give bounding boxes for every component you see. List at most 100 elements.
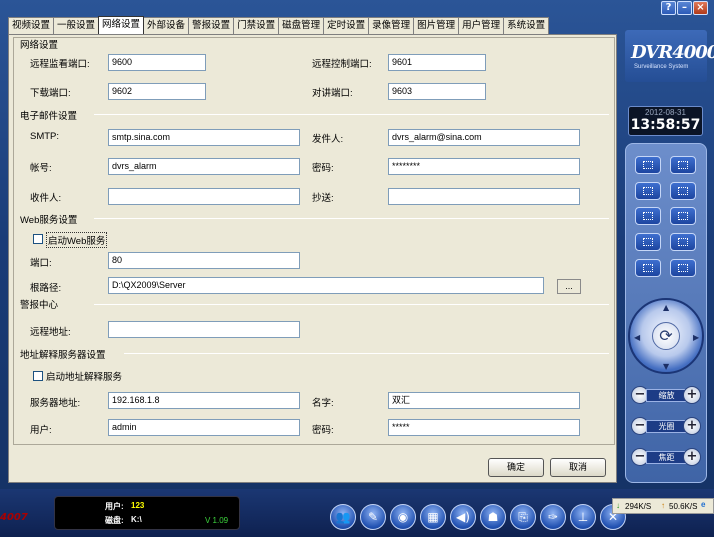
tab-users[interactable]: 用户管理: [458, 17, 505, 35]
smtp-label: SMTP:: [30, 131, 60, 142]
download-arrow-icon: ↓: [616, 501, 620, 510]
lock-screen-button[interactable]: ⊥: [570, 504, 596, 530]
enable-web-checkbox[interactable]: [33, 234, 43, 244]
cycle-button[interactable]: [635, 233, 661, 251]
users-icon: 👥: [335, 510, 351, 524]
enable-ddns-checkbox[interactable]: [33, 371, 43, 381]
sender-label: 发件人:: [312, 134, 344, 145]
upload-arrow-icon: ↑: [661, 501, 665, 510]
account-label: 帐号:: [30, 163, 52, 174]
ptz-up-icon[interactable]: ▲: [663, 303, 669, 312]
minimize-button[interactable]: –: [677, 1, 692, 15]
lock-icon: [678, 264, 688, 272]
root-path-input[interactable]: D:\QX2009\Server: [108, 277, 544, 294]
remote-monitor-port-label: 远程监看端口:: [30, 59, 90, 70]
section-divider: [124, 353, 609, 354]
web-port-input[interactable]: 80: [108, 252, 300, 269]
tab-disk[interactable]: 磁盘管理: [278, 17, 325, 35]
cycle-icon: [643, 238, 653, 246]
lock-screen-icon: ⊥: [577, 510, 589, 524]
playback-button[interactable]: ▦: [420, 504, 446, 530]
remote-monitor-port-input[interactable]: 9600: [108, 54, 206, 71]
ptz-down-icon[interactable]: ▼: [663, 362, 669, 371]
lock-button[interactable]: [670, 259, 696, 277]
fullscreen-button[interactable]: [670, 233, 696, 251]
ddns-name-input[interactable]: 双汇: [388, 392, 580, 409]
user-value: 123: [131, 501, 145, 510]
recipient-input[interactable]: [108, 188, 300, 205]
talk-port-input[interactable]: 9603: [388, 83, 486, 100]
zoom-plus-button[interactable]: +: [683, 386, 701, 404]
disk-label: 磁盘:: [105, 516, 124, 525]
edit-button[interactable]: ✎: [360, 504, 386, 530]
fullscreen-icon: [678, 238, 688, 246]
layout-8-button[interactable]: [670, 207, 696, 225]
focus-plus-button[interactable]: +: [683, 417, 701, 435]
tab-video[interactable]: 视频设置: [8, 17, 55, 35]
ddns-password-input[interactable]: *****: [388, 419, 580, 436]
clock-display: 2012-08-31 13:58:57: [628, 106, 703, 136]
close-button[interactable]: ×: [693, 1, 708, 15]
password-input[interactable]: ********: [388, 158, 580, 175]
tab-schedule[interactable]: 定时设置: [323, 17, 370, 35]
layout-4-button[interactable]: [670, 156, 696, 174]
tab-alarm[interactable]: 警报设置: [188, 17, 235, 35]
remote-address-input[interactable]: [108, 321, 300, 338]
camera-ptz-icon: ☗: [487, 510, 499, 524]
download-speed: 294K/S: [625, 502, 652, 511]
ok-button[interactable]: 确定: [488, 458, 544, 477]
cc-input[interactable]: [388, 188, 580, 205]
backup-button[interactable]: ⎘: [510, 504, 536, 530]
tab-pictures[interactable]: 图片管理: [413, 17, 460, 35]
tab-system[interactable]: 系统设置: [503, 17, 550, 35]
enable-ddns-label[interactable]: 启动地址解释服务: [46, 369, 122, 383]
settings-button[interactable]: ✑: [540, 504, 566, 530]
ptz-button[interactable]: ☗: [480, 504, 506, 530]
eight-view-icon: [678, 212, 688, 220]
remote-address-label: 远程地址:: [30, 327, 71, 338]
ie-icon: e: [701, 500, 706, 509]
browse-button[interactable]: ...: [557, 279, 581, 294]
section-divider: [94, 218, 609, 219]
tab-external-devices[interactable]: 外部设备: [143, 17, 190, 35]
server-address-input[interactable]: 192.168.1.8: [108, 392, 300, 409]
record-button[interactable]: [635, 259, 661, 277]
layout-9-button[interactable]: [635, 182, 661, 200]
status-panel: 用户: 123 磁盘: K:\ V 1.09: [54, 496, 240, 530]
iris-plus-button[interactable]: +: [683, 448, 701, 466]
ptz-control[interactable]: ▲ ▼ ◀ ▶ ⟳: [628, 298, 704, 374]
web-port-label: 端口:: [30, 258, 52, 269]
layout-1-button[interactable]: [635, 156, 661, 174]
ptz-center-button[interactable]: ⟳: [652, 322, 680, 350]
remote-control-port-input[interactable]: 9601: [388, 54, 486, 71]
download-port-input[interactable]: 9602: [108, 83, 206, 100]
ddns-name-label: 名字:: [312, 398, 334, 409]
account-input[interactable]: dvrs_alarm: [108, 158, 300, 175]
layout-16-button[interactable]: [670, 182, 696, 200]
sender-input[interactable]: dvrs_alarm@sina.com: [388, 129, 580, 146]
backup-icon: ⎘: [518, 510, 528, 524]
help-button[interactable]: ?: [661, 1, 676, 15]
audio-button[interactable]: ◀): [450, 504, 476, 530]
cancel-button[interactable]: 取消: [550, 458, 606, 477]
single-view-icon: [643, 161, 653, 169]
tab-recording[interactable]: 录像管理: [368, 17, 415, 35]
smtp-input[interactable]: smtp.sina.com: [108, 129, 300, 146]
tab-access-control[interactable]: 门禁设置: [233, 17, 280, 35]
tab-general[interactable]: 一般设置: [53, 17, 100, 35]
focus-control: − 光圈 +: [631, 417, 702, 437]
users-button[interactable]: 👥: [330, 504, 356, 530]
snapshot-button[interactable]: ◉: [390, 504, 416, 530]
ddns-password-label: 密码:: [312, 425, 334, 436]
layout-6-button[interactable]: [635, 207, 661, 225]
settings-tabs: 视频设置 一般设置 网络设置 外部设备 警报设置 门禁设置 磁盘管理 定时设置 …: [8, 16, 550, 35]
edit-icon: ✎: [367, 510, 379, 524]
ddns-user-input[interactable]: admin: [108, 419, 300, 436]
tab-network[interactable]: 网络设置: [98, 16, 145, 35]
ptz-right-icon[interactable]: ▶: [693, 333, 699, 342]
ptz-left-icon[interactable]: ◀: [634, 333, 640, 342]
section-divider: [94, 114, 609, 115]
clock-date: 2012-08-31: [645, 108, 686, 117]
six-view-icon: [643, 212, 653, 220]
enable-web-label[interactable]: 启动Web服务: [46, 232, 108, 248]
